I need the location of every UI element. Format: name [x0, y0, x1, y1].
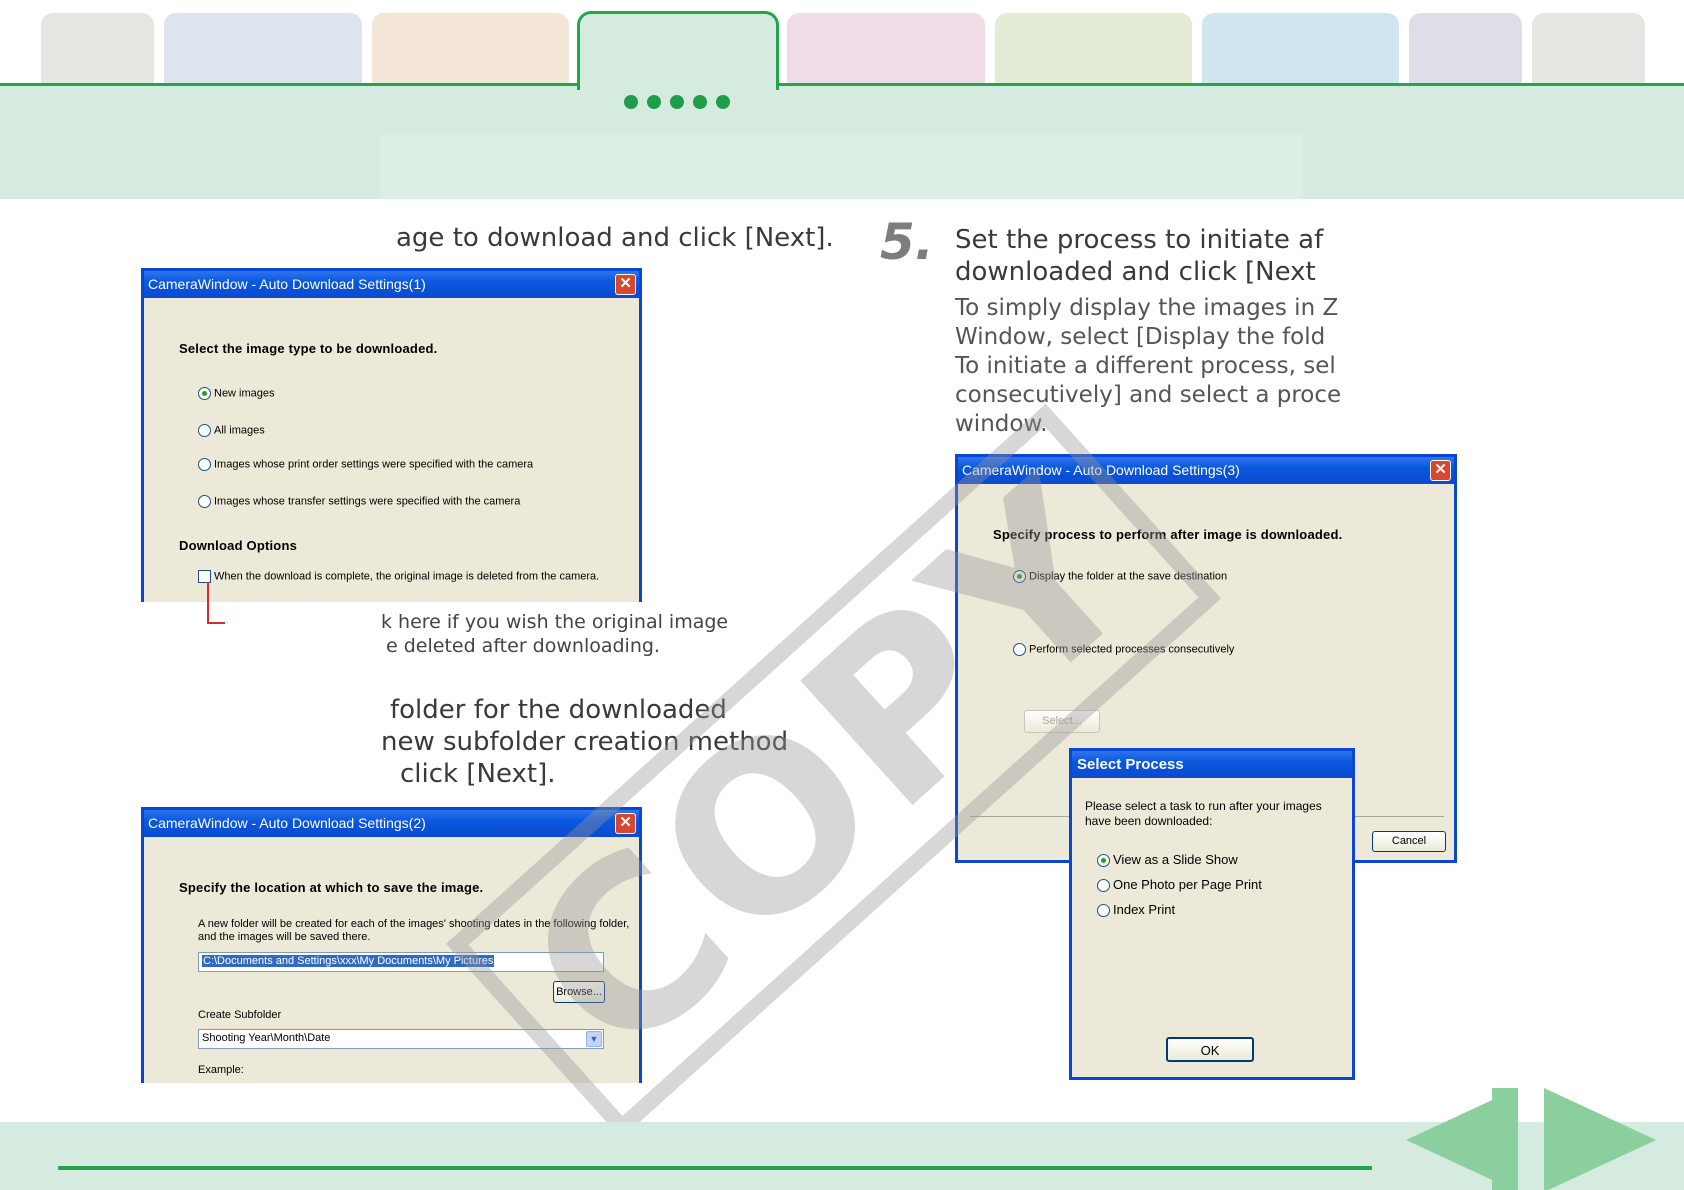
tab-1[interactable]: [41, 13, 154, 83]
page-dot: [624, 95, 638, 109]
select-process-desc-1: Please select a task to run after your i…: [1085, 799, 1322, 813]
close-icon[interactable]: ✕: [615, 274, 636, 295]
tab-2[interactable]: [164, 13, 362, 83]
radio-icon[interactable]: [198, 424, 211, 437]
tab-7[interactable]: [1202, 13, 1399, 83]
page-dot: [647, 95, 661, 109]
header-divider: [0, 83, 1684, 86]
radio-icon[interactable]: [198, 458, 211, 471]
step5-desc-3: To initiate a different process, sel: [955, 353, 1336, 379]
option-transfer-images[interactable]: Images whose transfer settings were spec…: [198, 495, 520, 508]
dialog-title-bar: Select Process: [1072, 751, 1352, 778]
annotation-line: [207, 622, 225, 624]
page-dot: [693, 95, 707, 109]
auto-download-settings-1-dialog: CameraWindow - Auto Download Settings(1)…: [141, 268, 642, 602]
page-dot: [716, 95, 730, 109]
step5-desc-1: To simply display the images in Z: [955, 295, 1339, 321]
page-dot: [670, 95, 684, 109]
cancel-button[interactable]: Cancel: [1372, 831, 1446, 852]
option-print-order-images[interactable]: Images whose print order settings were s…: [198, 458, 533, 471]
step5-title-2: downloaded and click [Next: [955, 257, 1316, 287]
dialog-title: CameraWindow - Auto Download Settings(2): [148, 815, 426, 831]
tab-9[interactable]: [1532, 13, 1645, 83]
step5-title-1: Set the process to initiate af: [955, 225, 1324, 255]
page-indicator: [624, 95, 730, 109]
tab-3[interactable]: [372, 13, 569, 83]
select-process-dialog: Select Process Please select a task to r…: [1069, 748, 1355, 1080]
dialog-description-2: and the images will be saved there.: [198, 931, 371, 943]
dialog-heading: Select the image type to be downloaded.: [179, 341, 438, 356]
footer-divider: [58, 1166, 1372, 1170]
dialog-heading: Specify the location at which to save th…: [179, 880, 484, 895]
step-number: 5.: [880, 213, 934, 271]
dialog-title: CameraWindow - Auto Download Settings(1): [148, 276, 426, 292]
annotation-text-1: k here if you wish the original image: [381, 611, 729, 633]
tab-8[interactable]: [1409, 13, 1522, 83]
tab-active[interactable]: [577, 11, 779, 90]
header-title-area: [380, 135, 1303, 199]
step4-line-1: folder for the downloaded: [390, 695, 727, 725]
next-arrow-shape[interactable]: [1544, 1088, 1656, 1190]
radio-selected-icon[interactable]: [1097, 854, 1110, 868]
ok-button[interactable]: OK: [1166, 1037, 1254, 1062]
select-process-desc-2: have been downloaded:: [1085, 814, 1213, 828]
download-options-label: Download Options: [179, 538, 298, 553]
close-icon[interactable]: ✕: [1430, 460, 1451, 481]
step5-desc-2: Window, select [Display the fold: [955, 324, 1326, 350]
tab-6[interactable]: [995, 13, 1192, 83]
radio-selected-icon[interactable]: [198, 387, 211, 400]
annotation-text-2: e deleted after downloading.: [386, 635, 660, 657]
annotation-line: [207, 582, 209, 624]
create-subfolder-label: Create Subfolder: [198, 1009, 282, 1021]
option-one-photo-print[interactable]: One Photo per Page Print: [1097, 877, 1262, 893]
step5-desc-4: consecutively] and select a proce: [955, 382, 1342, 408]
option-new-images[interactable]: New images: [198, 387, 275, 400]
radio-icon[interactable]: [1097, 904, 1110, 918]
checkbox-icon[interactable]: [198, 570, 211, 583]
dialog-title: Select Process: [1077, 756, 1184, 773]
step3-instruction: age to download and click [Next].: [396, 223, 834, 253]
option-index-print[interactable]: Index Print: [1097, 902, 1175, 918]
delete-after-download-checkbox[interactable]: When the download is complete, the origi…: [198, 570, 599, 583]
radio-icon[interactable]: [1097, 879, 1110, 893]
dialog-title-bar: CameraWindow - Auto Download Settings(1)…: [144, 271, 639, 298]
option-slide-show[interactable]: View as a Slide Show: [1097, 852, 1238, 868]
option-all-images[interactable]: All images: [198, 424, 265, 437]
radio-icon[interactable]: [198, 495, 211, 508]
example-label: Example:: [198, 1064, 244, 1076]
step4-line-3: click [Next].: [400, 759, 556, 789]
tab-5[interactable]: [787, 13, 985, 83]
prev-arrow-bar[interactable]: [1492, 1088, 1518, 1190]
